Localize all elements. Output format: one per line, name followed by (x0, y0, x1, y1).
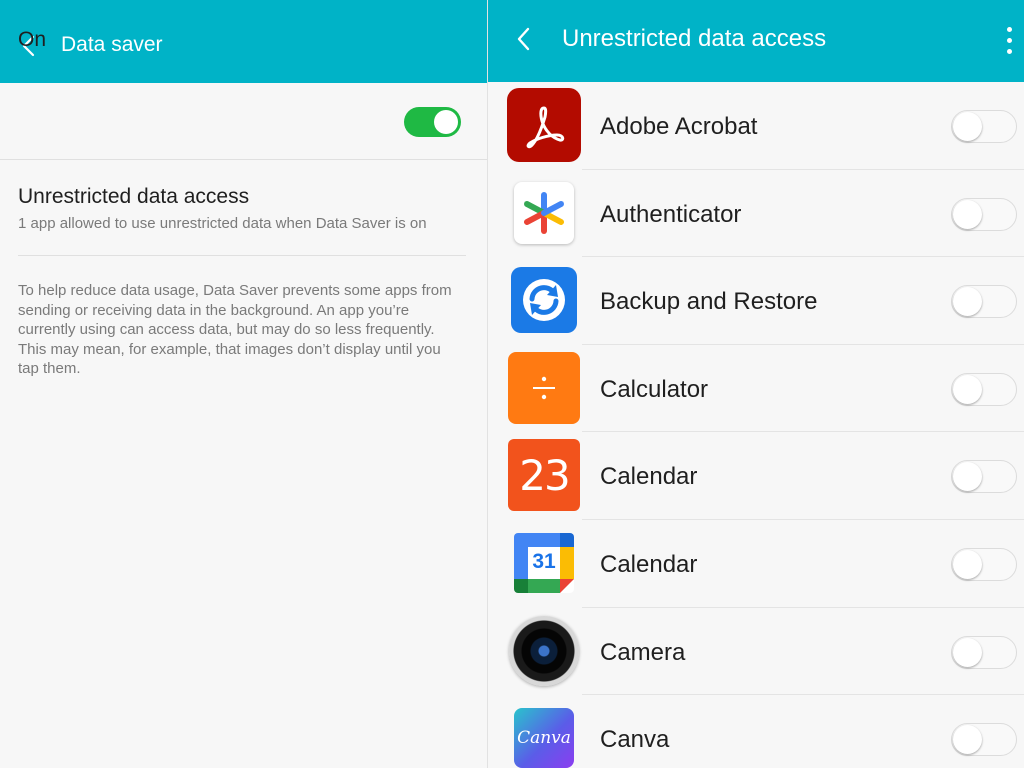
unrestricted-data-switch[interactable] (951, 110, 1017, 143)
switch-knob (953, 112, 982, 141)
app-name: Canva (600, 726, 670, 754)
unrestricted-data-switch[interactable] (951, 723, 1017, 757)
data-saver-on-label: On (18, 28, 47, 51)
unrestricted-data-switch[interactable] (951, 285, 1017, 319)
switch-knob (953, 637, 982, 667)
switch-knob (434, 110, 458, 134)
list-item[interactable]: Canva Canva (488, 695, 1024, 768)
unrestricted-data-switch[interactable] (951, 460, 1017, 494)
list-item[interactable]: 31 Calendar (488, 520, 1024, 608)
list-item[interactable]: Calculator (488, 345, 1024, 433)
list-item[interactable]: Adobe Acrobat (488, 82, 1024, 170)
switch-knob (953, 725, 982, 755)
authenticator-icon (514, 181, 574, 244)
app-name: Adobe Acrobat (600, 113, 758, 140)
app-name: Camera (600, 638, 686, 666)
app-name: Authenticator (600, 200, 742, 228)
more-vert-icon (1006, 37, 1012, 43)
app-name: Calculator (600, 375, 709, 403)
unrestricted-data-access-title: Unrestricted data access (18, 185, 250, 208)
adobe-acrobat-icon (507, 88, 581, 162)
unrestricted-data-switch[interactable] (951, 635, 1017, 669)
app-name: Backup and Restore (600, 288, 818, 316)
top-app-bar: Data saver (0, 0, 487, 83)
data-saver-description: To help reduce data usage, Data Saver pr… (18, 282, 452, 377)
more-vert-icon (1006, 26, 1012, 32)
more-options-button[interactable] (996, 22, 1022, 58)
list-item[interactable]: Authenticator (488, 170, 1024, 258)
switch-knob (953, 287, 982, 317)
app-name: Calendar (600, 550, 698, 578)
list-item[interactable]: Camera (488, 608, 1024, 696)
google-calendar-icon: 31 (514, 532, 574, 593)
top-app-bar: Unrestricted data access (488, 0, 1024, 82)
unrestricted-data-switch[interactable] (951, 547, 1017, 581)
calculator-icon (508, 351, 580, 424)
more-vert-icon (1006, 48, 1012, 54)
page-title: Data saver (61, 33, 163, 56)
data-saver-switch[interactable] (404, 107, 461, 137)
data-saver-screen: Data saver On Unrestricted data access 1… (0, 0, 487, 768)
switch-knob (953, 549, 982, 579)
calendar-23-icon: 23 (508, 439, 580, 512)
camera-icon (509, 615, 579, 686)
unrestricted-data-access-screen: Unrestricted data access Adobe Acrobat A… (488, 0, 1024, 768)
divider (18, 255, 466, 256)
switch-knob (953, 199, 982, 229)
unrestricted-data-switch[interactable] (951, 197, 1017, 231)
switch-knob (953, 462, 982, 492)
backup-restore-icon (511, 267, 577, 334)
switch-knob (953, 374, 982, 404)
app-name: Calendar (600, 463, 698, 491)
list-item[interactable]: Backup and Restore (488, 257, 1024, 345)
app-list: Adobe Acrobat Authenticator Backup and R… (488, 82, 1024, 768)
list-item[interactable]: 23 Calendar (488, 432, 1024, 520)
back-button[interactable] (507, 22, 541, 56)
unrestricted-data-access-subtitle: 1 app allowed to use unrestricted data w… (18, 215, 427, 232)
canva-icon: Canva (514, 708, 574, 768)
back-arrow-icon (517, 27, 530, 51)
unrestricted-data-switch[interactable] (951, 372, 1017, 406)
page-title: Unrestricted data access (562, 25, 827, 52)
google-calendar-date: 31 (532, 549, 556, 573)
